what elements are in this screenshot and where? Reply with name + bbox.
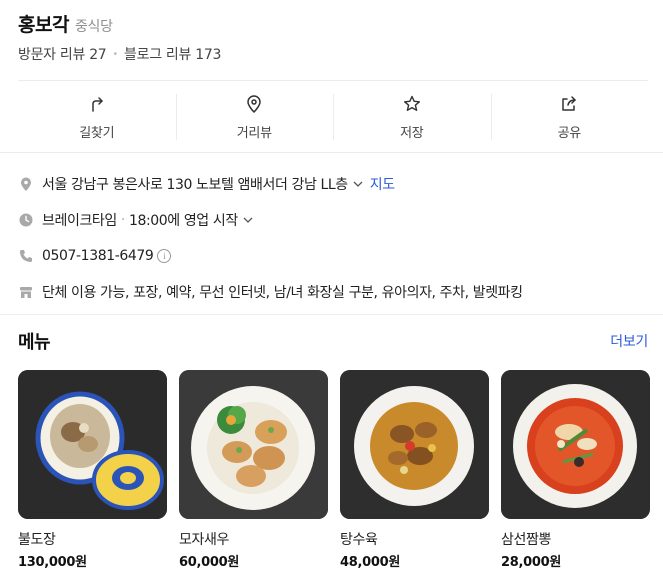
place-category: 중식당	[74, 19, 113, 35]
info-icon[interactable]: i	[157, 249, 172, 263]
separator-dot: •	[112, 48, 119, 60]
separator-dot: ·	[120, 212, 125, 228]
menu-item-name: 불도장	[18, 532, 56, 548]
menu-item-price: 60,000원	[179, 555, 240, 570]
action-bar: 길찾기 거리뷰 저장 공유	[18, 92, 648, 142]
place-name: 홍보각	[18, 14, 69, 36]
share-label: 공유	[557, 126, 582, 141]
header-divider	[18, 80, 648, 81]
hours-row: 브레이크타임 · 18:00에 영업 시작	[18, 202, 648, 238]
menu-title: 메뉴	[18, 332, 51, 353]
menu-item-name: 탕수육	[340, 532, 378, 548]
directions-button[interactable]: 길찾기	[18, 92, 176, 142]
chevron-down-icon[interactable]	[352, 178, 364, 190]
location-pin-icon	[18, 176, 34, 192]
dish-photo	[501, 370, 650, 519]
clock-icon	[18, 212, 34, 228]
review-row: 방문자 리뷰 27 • 블로그 리뷰 173	[18, 44, 648, 64]
hours-detail: 18:00에 영업 시작	[128, 213, 238, 229]
menu-header: 메뉴 더보기	[18, 328, 648, 354]
info-divider	[0, 314, 663, 315]
menu-item[interactable]: 탕수육 48,000원	[340, 370, 489, 570]
amenities-row: 단체 이용 가능, 포장, 예약, 무선 인터넷, 남/녀 화장실 구분, 유아…	[18, 274, 648, 310]
phone-number[interactable]: 0507-1381-6479	[42, 248, 154, 264]
address-row: 서울 강남구 봉은사로 130 노보텔 앰배서더 강남 LL층 지도	[18, 166, 648, 202]
place-header: 홍보각 중식당 방문자 리뷰 27 • 블로그 리뷰 173	[18, 10, 648, 64]
phone-icon	[18, 248, 34, 264]
directions-icon	[92, 97, 103, 112]
dish-photo	[340, 370, 489, 519]
street-view-button[interactable]: 거리뷰	[175, 92, 334, 142]
visitor-reviews-link[interactable]: 방문자 리뷰 27	[18, 44, 107, 64]
menu-item-price: 48,000원	[340, 555, 401, 570]
phone-row: 0507-1381-6479 i	[18, 238, 648, 274]
store-icon	[18, 284, 34, 300]
menu-item[interactable]: 모자새우 60,000원	[179, 370, 328, 570]
title-row: 홍보각 중식당	[18, 10, 648, 36]
menu-item-name: 삼선짬뽕	[501, 532, 551, 548]
address-text: 서울 강남구 봉은사로 130 노보텔 앰배서더 강남 LL층	[42, 177, 348, 193]
chevron-down-icon[interactable]	[242, 214, 254, 226]
menu-item-price: 130,000원	[18, 555, 87, 570]
location-pin-icon	[247, 95, 262, 114]
menu-grid: 불도장 130,000원 모자새우 60,000원 탕수육 48,000원 삼선…	[18, 370, 650, 570]
map-link[interactable]: 지도	[370, 174, 395, 194]
actions-divider	[0, 152, 663, 153]
dish-photo	[18, 370, 167, 519]
save-button[interactable]: 저장	[333, 92, 491, 142]
save-label: 저장	[400, 126, 424, 141]
street-view-label: 거리뷰	[236, 126, 272, 141]
directions-label: 길찾기	[79, 126, 115, 141]
amenities-text: 단체 이용 가능, 포장, 예약, 무선 인터넷, 남/녀 화장실 구분, 유아…	[42, 285, 523, 301]
menu-section: 메뉴 더보기	[18, 328, 648, 354]
star-icon	[403, 95, 420, 111]
info-list: 서울 강남구 봉은사로 130 노보텔 앰배서더 강남 LL층 지도 브레이크타…	[18, 166, 648, 310]
share-icon	[562, 96, 576, 111]
menu-more-link[interactable]: 더보기	[610, 331, 648, 351]
dish-photo	[179, 370, 328, 519]
menu-item[interactable]: 삼선짬뽕 28,000원	[501, 370, 650, 570]
menu-item-price: 28,000원	[501, 555, 562, 570]
hours-status: 브레이크타임	[42, 213, 117, 229]
blog-reviews-link[interactable]: 블로그 리뷰 173	[124, 44, 221, 64]
share-button[interactable]: 공유	[490, 92, 649, 142]
menu-item[interactable]: 불도장 130,000원	[18, 370, 167, 570]
menu-item-name: 모자새우	[179, 532, 229, 548]
